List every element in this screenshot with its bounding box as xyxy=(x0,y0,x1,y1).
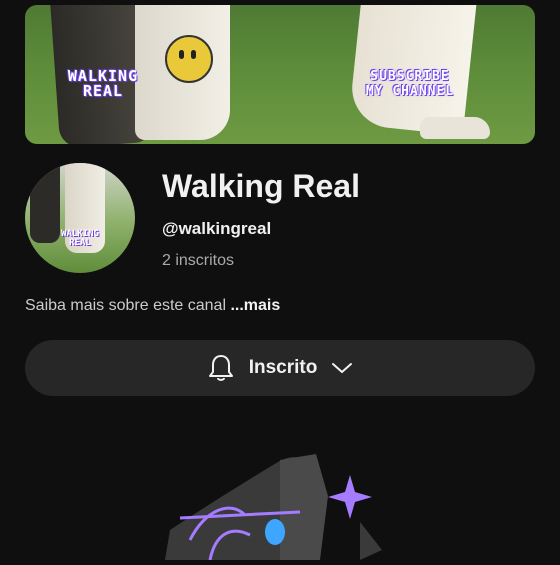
banner-photo-shoe xyxy=(420,117,490,139)
channel-name: Walking Real xyxy=(162,168,360,204)
subscribed-label: Inscrito xyxy=(248,357,318,378)
bell-icon xyxy=(207,353,235,383)
banner-title-text: WALKING REAL xyxy=(67,67,139,100)
channel-avatar[interactable]: WALKING REAL xyxy=(25,163,135,273)
avatar-logo-text: WALKING REAL xyxy=(61,229,99,248)
empty-state-illustration xyxy=(160,440,410,561)
subscriber-count: 2 inscritos xyxy=(162,252,235,269)
chevron-down-icon xyxy=(331,361,353,375)
channel-about[interactable]: Saiba mais sobre este canal ...mais xyxy=(25,297,280,315)
subscribed-button[interactable]: Inscrito xyxy=(25,340,535,396)
banner-subscribe-text: SUBSCRIBE MY CHANNEL xyxy=(365,69,455,99)
channel-banner: WALKING REAL SUBSCRIBE MY CHANNEL xyxy=(25,5,535,144)
more-link[interactable]: ...mais xyxy=(230,297,280,314)
smiley-face-icon xyxy=(165,35,213,83)
channel-handle: @walkingreal xyxy=(162,219,272,238)
about-text: Saiba mais sobre este canal xyxy=(25,297,231,314)
